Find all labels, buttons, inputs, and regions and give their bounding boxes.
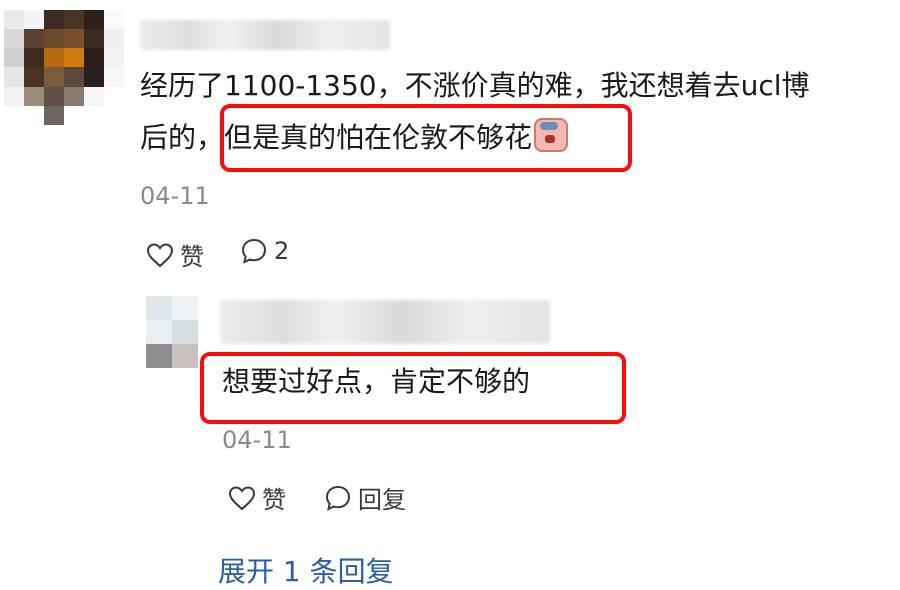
heart-icon — [228, 485, 256, 510]
avatar-pixel — [84, 10, 104, 30]
avatar-pixel — [24, 86, 44, 106]
commenter-avatar[interactable] — [4, 10, 124, 125]
heart-icon — [146, 242, 174, 267]
avatar-pixel — [4, 105, 24, 125]
speech-bubble-icon — [325, 485, 351, 511]
comment-text-line1: 经历了1100-1350，不涨价真的难，我还想着去ucl博 — [140, 69, 810, 102]
expand-replies-link[interactable]: 展开 1 条回复 — [218, 550, 394, 590]
reply-label: 回复 — [358, 486, 406, 514]
avatar-pixel — [4, 48, 24, 68]
avatar-pixel — [64, 10, 84, 30]
reply-date: 04-11 — [222, 426, 292, 454]
avatar-pixel — [4, 10, 24, 30]
comment-reply-count-button[interactable]: 2 — [240, 237, 289, 265]
avatar-pixel — [104, 105, 124, 125]
avatar-pixel — [84, 86, 104, 106]
avatar-pixel — [4, 29, 24, 49]
speech-bubble-icon — [241, 238, 267, 264]
replier-avatar[interactable] — [146, 296, 198, 368]
avatar-pixel — [104, 10, 124, 30]
avatar-pixel — [44, 29, 64, 49]
avatar-pixel — [172, 296, 198, 320]
avatar-pixel — [4, 86, 24, 106]
avatar-pixel — [84, 67, 104, 87]
comment-text-prefix: 后的， — [140, 121, 225, 154]
reply-count: 2 — [274, 237, 290, 265]
avatar-pixel — [146, 296, 172, 320]
reply-like-button[interactable]: 赞 — [228, 480, 286, 515]
avatar-pixel — [172, 344, 198, 368]
avatar-pixel — [146, 320, 172, 344]
avatar-pixel — [104, 86, 124, 106]
avatar-pixel — [104, 29, 124, 49]
avatar-pixel — [44, 67, 64, 87]
avatar-pixel — [44, 10, 64, 30]
avatar-pixel — [24, 67, 44, 87]
like-label: 赞 — [262, 486, 286, 514]
avatar-pixel — [84, 29, 104, 49]
avatar-pixel — [84, 105, 104, 125]
avatar-pixel — [24, 105, 44, 125]
avatar-pixel — [64, 48, 84, 68]
avatar-pixel — [84, 48, 104, 68]
avatar-pixel — [64, 67, 84, 87]
comment-like-button[interactable]: 赞 — [146, 237, 204, 272]
avatar-pixel — [24, 29, 44, 49]
avatar-pixel — [24, 48, 44, 68]
commenter-name-blurred[interactable] — [140, 20, 390, 50]
avatar-pixel — [24, 10, 44, 30]
comment-date: 04-11 — [140, 182, 210, 210]
avatar-pixel — [44, 48, 64, 68]
avatar-pixel — [146, 344, 172, 368]
highlight-box-comment — [220, 104, 632, 172]
avatar-pixel — [104, 67, 124, 87]
like-label: 赞 — [180, 243, 204, 271]
reply-button[interactable]: 回复 — [324, 480, 406, 515]
avatar-pixel — [64, 29, 84, 49]
avatar-pixel — [64, 105, 84, 125]
replier-name-blurred[interactable] — [220, 300, 550, 344]
avatar-pixel — [172, 320, 198, 344]
avatar-pixel — [44, 86, 64, 106]
avatar-pixel — [4, 67, 24, 87]
highlight-box-reply — [200, 352, 626, 424]
avatar-pixel — [64, 86, 84, 106]
avatar-pixel — [104, 48, 124, 68]
avatar-pixel — [44, 105, 64, 125]
